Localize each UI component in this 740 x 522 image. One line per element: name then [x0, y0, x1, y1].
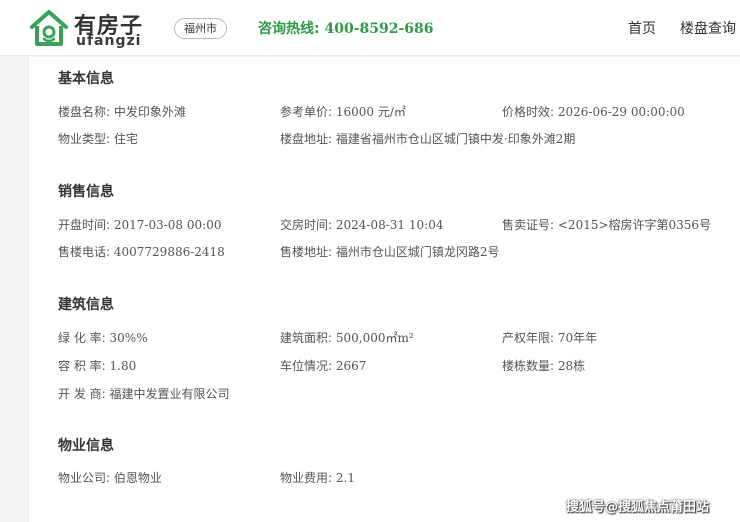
field-value: 住宅 [113, 132, 138, 146]
field-label: 车位情况: [280, 359, 333, 373]
city-selector-button[interactable]: 福州市 [174, 18, 227, 39]
field-label: 售楼电话: [58, 245, 111, 259]
property-detail-panel [28, 57, 740, 522]
field-value: 福州市仓山区城门镇龙冈路2号 [335, 245, 500, 259]
field-open-date: 开盘时间: 2017-03-08 00:00 [58, 217, 221, 233]
field-green-rate: 绿 化 率: 30%% [58, 330, 148, 346]
field-label: 楼栋数量: [502, 359, 555, 373]
field-value: 伯恩物业 [113, 471, 162, 485]
field-label: 楼盘名称: [58, 105, 111, 119]
source-watermark: 搜狐号@搜狐焦点莆田站 [566, 500, 710, 515]
hotline: 咨询热线: 400-8592-686 [258, 18, 434, 38]
field-value: 500,000㎡m² [335, 331, 414, 345]
field-value: 28栋 [557, 359, 586, 373]
field-value: 福建省福州市仓山区城门镇中发·印象外滩2期 [335, 132, 576, 146]
field-value: 70年年 [557, 331, 598, 345]
field-property-fee: 物业费用: 2.1 [280, 470, 355, 486]
field-value: 2.1 [335, 471, 355, 485]
field-label: 物业费用: [280, 471, 333, 485]
field-value: 4007729886-2418 [113, 245, 225, 259]
hotline-label: 咨询热线: [258, 21, 320, 37]
field-label: 售楼地址: [280, 245, 333, 259]
field-value: 2667 [335, 359, 367, 373]
field-building-count: 楼栋数量: 28栋 [502, 358, 585, 374]
field-value: 1.80 [109, 359, 137, 373]
nav-property-search-link[interactable]: 楼盘查询 [680, 18, 736, 38]
hotline-number: 400-8592-686 [324, 21, 434, 37]
field-label: 建筑面积: [280, 331, 333, 345]
field-value: 福建中发置业有限公司 [109, 387, 230, 401]
field-floor-area-ratio: 容 积 率: 1.80 [58, 358, 136, 374]
field-address: 楼盘地址: 福建省福州市仓山区城门镇中发·印象外滩2期 [280, 131, 575, 147]
nav-home-link[interactable]: 首页 [628, 18, 656, 38]
field-name: 楼盘名称: 中发印象外滩 [58, 104, 186, 120]
field-sales-permit: 售卖证号: <2015>榕房许字第0356号 [502, 217, 711, 233]
field-property-company: 物业公司: 伯恩物业 [58, 470, 162, 486]
logo-subtext: ufangzi [76, 33, 142, 49]
top-header: 有房子 ufangzi 福州市 咨询热线: 400-8592-686 首页 楼盘… [0, 0, 740, 56]
field-label: 绿 化 率: [58, 331, 106, 345]
section-title-basic: 基本信息 [58, 71, 114, 87]
section-title-property: 物业信息 [58, 438, 114, 454]
field-property-type: 物业类型: 住宅 [58, 131, 138, 147]
field-value: 中发印象外滩 [113, 105, 186, 119]
field-parking: 车位情况: 2667 [280, 358, 366, 374]
field-label: 开 发 商: [58, 387, 106, 401]
section-title-building: 建筑信息 [58, 297, 114, 313]
field-label: 物业类型: [58, 132, 111, 146]
house-icon [30, 10, 68, 46]
field-sales-phone: 售楼电话: 4007729886-2418 [58, 244, 225, 260]
field-label: 价格时效: [502, 105, 555, 119]
field-label: 容 积 率: [58, 359, 106, 373]
field-label: 物业公司: [58, 471, 111, 485]
field-delivery-date: 交房时间: 2024-08-31 10:04 [280, 217, 443, 233]
field-value: 2026-06-29 00:00:00 [557, 105, 685, 119]
field-value: 16000 元/㎡ [335, 105, 406, 119]
site-logo[interactable]: 有房子 ufangzi [28, 6, 148, 50]
field-label: 售卖证号: [502, 218, 555, 232]
field-value: 2017-03-08 00:00 [113, 218, 222, 232]
section-title-sales: 销售信息 [58, 184, 114, 200]
field-label: 交房时间: [280, 218, 333, 232]
field-value: 30%% [109, 331, 148, 345]
field-label: 楼盘地址: [280, 132, 333, 146]
field-value: 2024-08-31 10:04 [335, 218, 444, 232]
field-label: 参考单价: [280, 105, 333, 119]
field-price-validity: 价格时效: 2026-06-29 00:00:00 [502, 104, 685, 120]
field-label: 开盘时间: [58, 218, 111, 232]
field-label: 产权年限: [502, 331, 555, 345]
field-property-term: 产权年限: 70年年 [502, 330, 597, 346]
field-value: <2015>榕房许字第0356号 [557, 218, 712, 232]
field-sales-office: 售楼地址: 福州市仓山区城门镇龙冈路2号 [280, 244, 500, 260]
field-floor-area: 建筑面积: 500,000㎡m² [280, 330, 414, 346]
field-developer: 开 发 商: 福建中发置业有限公司 [58, 386, 230, 402]
field-unit-price: 参考单价: 16000 元/㎡ [280, 104, 406, 120]
